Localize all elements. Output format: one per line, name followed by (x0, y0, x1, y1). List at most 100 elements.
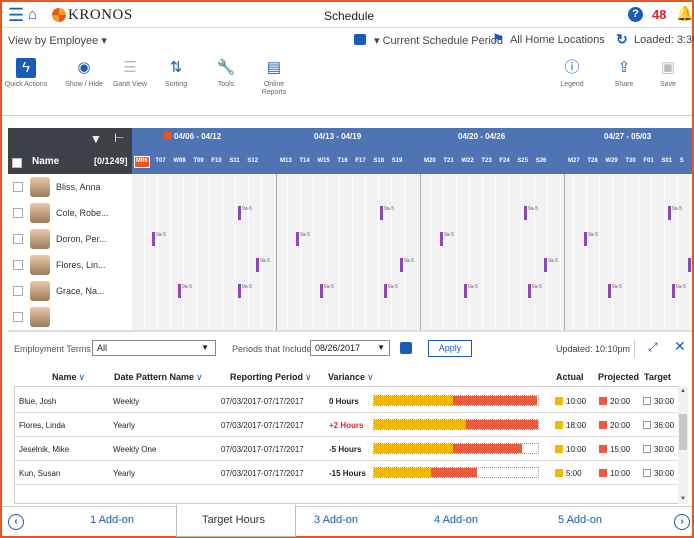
employee-cell[interactable]: Doron, Per... (8, 226, 132, 252)
employee-name[interactable]: Grace, Na... (56, 286, 105, 296)
previous-tab-icon[interactable]: ‹ (8, 514, 24, 530)
tab-1-add-on[interactable]: 1 Add-on (90, 514, 134, 526)
shift-block[interactable]: 9a-5 (464, 284, 478, 298)
shift-block[interactable]: 9a-5 (528, 284, 542, 298)
shift-block[interactable]: 9a-5 (238, 284, 252, 298)
scroll-down-icon[interactable]: ▼ (680, 496, 686, 502)
day-cells[interactable] (132, 226, 692, 252)
select-all-checkbox[interactable] (12, 158, 22, 168)
view-by-dropdown[interactable]: View by Employee ▾ (8, 34, 107, 47)
employee-cell[interactable]: Grace, Na... (8, 278, 132, 304)
shift-block[interactable]: 9a-5 (688, 258, 692, 272)
shift-block[interactable]: 9a-5 (400, 258, 414, 272)
filter-icon[interactable]: ▼ (90, 132, 102, 146)
employee-name[interactable]: Doron, Per... (56, 234, 107, 244)
shift-block[interactable]: 9a-5 (256, 258, 270, 272)
shift-block[interactable]: 9a-5 (544, 258, 558, 272)
locations-icon[interactable]: ⚑ (492, 31, 504, 47)
table-row[interactable]: Blue, Josh Weekly 07/03/2017-07/17/2017 0 H… (15, 389, 681, 413)
employment-terms-select[interactable]: All ▼ (92, 340, 216, 356)
apply-button[interactable]: Apply (428, 340, 472, 357)
schedule-period-dropdown[interactable]: ▾ Current Schedule Period (374, 34, 503, 47)
employee-cell[interactable]: Bliss, Anna (8, 174, 132, 200)
shift-block[interactable]: 9a-5 (380, 206, 394, 220)
employee-row[interactable]: Flores, Lin... 9a-5 9a-5 9a-5 9a-5 (8, 252, 692, 278)
periods-include-date-select[interactable]: 08/26/2017 ▼ (310, 340, 390, 356)
notification-count[interactable]: 48 (652, 7, 666, 22)
tab-4-add-on[interactable]: 4 Add-on (434, 514, 478, 526)
next-tab-icon[interactable]: › (674, 514, 690, 530)
expand-icon[interactable]: ⤢ (648, 340, 658, 355)
shift-block[interactable]: 9a-5 (178, 284, 192, 298)
hamburger-menu-icon[interactable]: ☰ (8, 5, 24, 26)
employee-name[interactable]: Bliss, Anna (56, 182, 101, 192)
save-button[interactable]: ▣ Save (646, 58, 690, 89)
bell-icon[interactable]: 🔔 (676, 5, 693, 22)
day-cells[interactable] (132, 304, 692, 330)
row-checkbox[interactable] (13, 260, 23, 270)
name-header[interactable]: Name (32, 156, 59, 167)
locations-dropdown[interactable]: All Home Locations (510, 34, 605, 46)
table-row[interactable]: Jeselnik, Mike Weekly One 07/03/2017-07/17… (15, 437, 681, 461)
day-cells[interactable] (132, 174, 692, 200)
home-icon[interactable]: ⌂ (28, 6, 37, 23)
show-hide-button[interactable]: ◉ Show / Hide (62, 58, 106, 89)
calendar-icon[interactable] (400, 342, 412, 354)
column-header-target[interactable]: Target (644, 372, 671, 382)
table-row[interactable]: Kun, Susan Yearly 07/03/2017-07/17/2017 -15… (15, 461, 681, 485)
quick-actions-button[interactable]: ϟ Quick Actions (4, 58, 48, 89)
employee-row[interactable]: Cole, Robe... 9a-5 9a-5 9a-5 9a-5 (8, 200, 692, 226)
online-reports-button[interactable]: ▤ Online Reports (252, 58, 296, 97)
scroll-up-icon[interactable]: ▲ (680, 388, 686, 394)
close-icon[interactable]: ✕ (674, 338, 686, 355)
employee-name[interactable]: Flores, Lin... (56, 260, 106, 270)
pin-column-icon[interactable]: ⊢ (114, 131, 124, 145)
scrollbar-thumb[interactable] (679, 414, 687, 450)
share-button[interactable]: ⇪ Share (602, 58, 646, 89)
gantt-view-button[interactable]: ☰ Gantt View (108, 58, 152, 89)
shift-block[interactable]: 9a-5 (584, 232, 598, 246)
column-header-name[interactable]: Name ∨ (52, 372, 85, 383)
row-checkbox[interactable] (13, 286, 23, 296)
employee-cell[interactable]: Flores, Lin... (8, 252, 132, 278)
employee-name[interactable]: Cole, Robe... (56, 208, 109, 218)
employee-cell[interactable] (8, 304, 132, 330)
shift-block[interactable]: 9a-5 (672, 284, 686, 298)
legend-button[interactable]: ⓘ Legend (550, 58, 594, 89)
row-checkbox[interactable] (13, 234, 23, 244)
sorting-button[interactable]: ⇅ Sorting (154, 58, 198, 89)
shift-block[interactable]: 9a-5 (384, 284, 398, 298)
employee-cell[interactable]: Cole, Robe... (8, 200, 132, 226)
employee-row[interactable]: Grace, Na... 9a-5 9a-5 9a-5 9a-5 9a-5 9a… (8, 278, 692, 304)
employee-row[interactable]: Doron, Per... 9a-5 9a-5 9a-5 9a-5 (8, 226, 692, 252)
shift-block[interactable]: 9a-5 (608, 284, 622, 298)
shift-block[interactable]: 9a-5 (524, 206, 538, 220)
refresh-icon[interactable]: ↻ (616, 31, 628, 48)
column-header-reporting-period[interactable]: Reporting Period ∨ (230, 372, 312, 383)
row-checkbox[interactable] (13, 182, 23, 192)
table-scrollbar[interactable]: ▲ ▼ (678, 386, 688, 504)
shift-block[interactable]: 9a-5 (440, 232, 454, 246)
shift-block[interactable]: 9a-5 (238, 206, 252, 220)
column-header-projected[interactable]: Projected (598, 372, 639, 382)
calendar-icon[interactable] (354, 34, 366, 45)
column-header-date-pattern[interactable]: Date Pattern Name ∨ (114, 372, 203, 383)
shift-block[interactable]: 9a-5 (152, 232, 166, 246)
day-cells[interactable] (132, 200, 692, 226)
row-checkbox[interactable] (13, 208, 23, 218)
employee-row[interactable]: Bliss, Anna (8, 174, 692, 200)
help-icon[interactable]: ? (628, 7, 643, 22)
column-header-variance[interactable]: Variance ∨ (328, 372, 374, 383)
employee-row[interactable] (8, 304, 692, 330)
tools-button[interactable]: 🔧 Tools (204, 58, 248, 89)
tab-3-add-on[interactable]: 3 Add-on (314, 514, 358, 526)
view-options-bar: View by Employee ▾ ▾ Current Schedule Pe… (2, 28, 694, 52)
shift-block[interactable]: 9a-5 (320, 284, 334, 298)
tab-target-hours[interactable]: Target Hours (202, 514, 265, 526)
column-header-actual[interactable]: Actual (556, 372, 584, 382)
row-checkbox[interactable] (13, 312, 23, 322)
shift-block[interactable]: 9a-5 (296, 232, 310, 246)
shift-block[interactable]: 9a-5 (668, 206, 682, 220)
tab-5-add-on[interactable]: 5 Add-on (558, 514, 602, 526)
table-row[interactable]: Flores, Linda Yearly 07/03/2017-07/17/2017… (15, 413, 681, 437)
